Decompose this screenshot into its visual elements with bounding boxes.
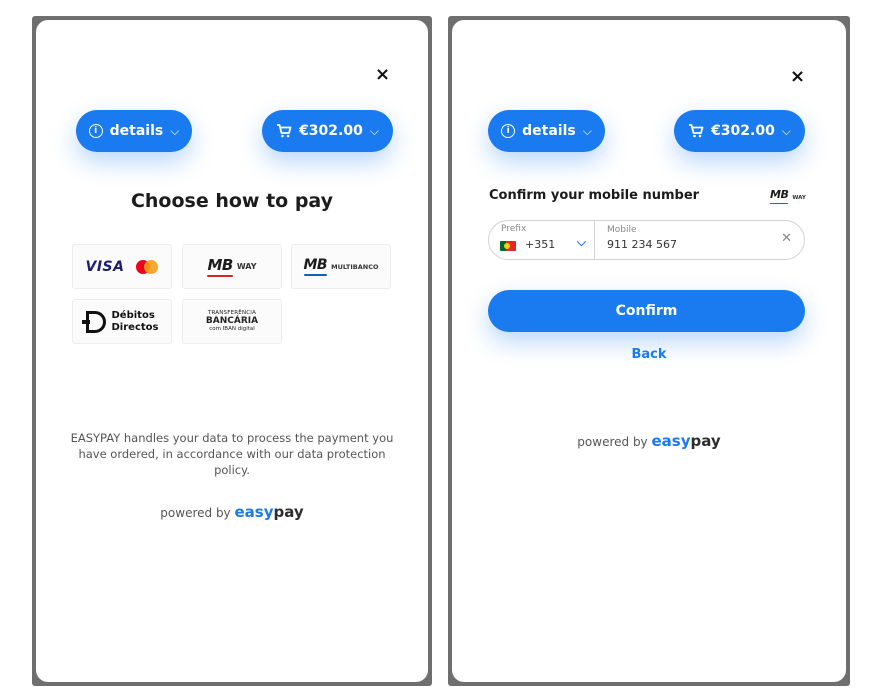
mb-text: MB <box>770 188 789 201</box>
mb-logo: MB <box>303 257 328 276</box>
brand-pay: pay <box>690 432 721 450</box>
details-button[interactable]: i details ⌵ <box>488 110 605 152</box>
mb-logo: MB <box>770 188 789 204</box>
mb-logo: MB <box>207 256 233 277</box>
transfer-line3: com IBAN digital <box>209 326 255 332</box>
brand-easy: easy <box>651 432 691 450</box>
mobile-label: Mobile <box>607 225 637 235</box>
details-label: details <box>522 123 576 139</box>
visa-logo: VISA <box>85 258 125 275</box>
privacy-disclaimer: EASYPAY handles your data to process the… <box>70 431 394 477</box>
debitos-line2: Directos <box>111 321 159 333</box>
method-debitos-directos[interactable]: Débitos Directos <box>72 299 172 344</box>
chevron-down-icon: ⌵ <box>170 123 180 138</box>
prefix-label: Prefix <box>501 224 527 234</box>
prefix-select[interactable]: Prefix +351 ⌵ <box>489 221 595 259</box>
method-multibanco[interactable]: MB MULTIBANCO <box>291 244 391 289</box>
debitos-icon <box>81 310 106 333</box>
cart-amount: €302.00 <box>711 123 775 139</box>
mbway-logo: MB WAY <box>770 188 806 204</box>
phone-number-field: Prefix +351 ⌵ Mobile 911 234 567 ✕ <box>488 220 805 260</box>
mobile-input[interactable]: Mobile 911 234 567 ✕ <box>595 221 804 259</box>
mb-text: MB <box>303 257 328 273</box>
confirm-mobile-label: Confirm your mobile number <box>489 188 700 203</box>
chevron-down-icon: ⌵ <box>576 235 586 249</box>
info-icon: i <box>88 124 103 138</box>
method-visa-mastercard[interactable]: VISA <box>72 244 172 289</box>
cart-amount: €302.00 <box>299 123 363 139</box>
cart-button[interactable]: €302.00 ⌵ <box>262 110 393 152</box>
page-title: Choose how to pay <box>130 190 334 212</box>
brand-pay: pay <box>273 503 304 521</box>
brand-easy: easy <box>234 503 274 521</box>
method-mbway[interactable]: MB WAY <box>182 244 282 289</box>
payment-method-screen: × i details ⌵ €302.00 ⌵ Choose how to pa… <box>32 16 432 686</box>
debitos-line1: Débitos <box>111 309 155 321</box>
powered-by: powered by easypay <box>452 432 846 450</box>
chevron-down-icon: ⌵ <box>781 123 791 138</box>
mbway-panel: × i details ⌵ €302.00 ⌵ Confirm your mob… <box>452 20 846 682</box>
mbway-confirm-screen: × i details ⌵ €302.00 ⌵ Confirm your mob… <box>448 16 850 686</box>
mastercard-icon <box>136 259 159 274</box>
cart-icon <box>277 124 292 138</box>
mb-text: MB <box>207 256 233 274</box>
multibanco-sub: MULTIBANCO <box>331 262 379 271</box>
cart-icon <box>689 124 704 138</box>
cart-button[interactable]: €302.00 ⌵ <box>674 110 805 152</box>
details-button[interactable]: i details ⌵ <box>76 110 192 152</box>
chevron-down-icon: ⌵ <box>369 123 379 138</box>
transfer-line2: BANCÁRIA <box>205 316 259 326</box>
mobile-value: 911 234 567 <box>607 238 677 251</box>
portugal-flag-icon <box>500 241 516 251</box>
clear-icon[interactable]: ✕ <box>781 231 792 246</box>
powered-by-text: powered by <box>160 506 231 520</box>
mbway-sub: WAY <box>236 262 257 271</box>
bank-transfer-logo: TRANSFERÊNCIA BANCÁRIA com IBAN digital <box>205 310 259 333</box>
confirm-button[interactable]: Confirm <box>488 290 805 332</box>
back-link[interactable]: Back <box>452 347 846 362</box>
close-icon[interactable]: × <box>790 68 805 86</box>
mbway-sub: WAY <box>792 195 806 201</box>
details-label: details <box>109 123 164 139</box>
chevron-down-icon: ⌵ <box>582 123 592 138</box>
method-bank-transfer[interactable]: TRANSFERÊNCIA BANCÁRIA com IBAN digital <box>182 299 282 344</box>
close-icon[interactable]: × <box>375 66 390 84</box>
powered-by-text: powered by <box>577 435 648 449</box>
debitos-label: Débitos Directos <box>112 310 159 334</box>
payment-panel: × i details ⌵ €302.00 ⌵ Choose how to pa… <box>36 20 428 682</box>
prefix-value: +351 <box>525 238 556 251</box>
powered-by: powered by easypay <box>36 503 428 521</box>
info-icon: i <box>501 124 516 138</box>
